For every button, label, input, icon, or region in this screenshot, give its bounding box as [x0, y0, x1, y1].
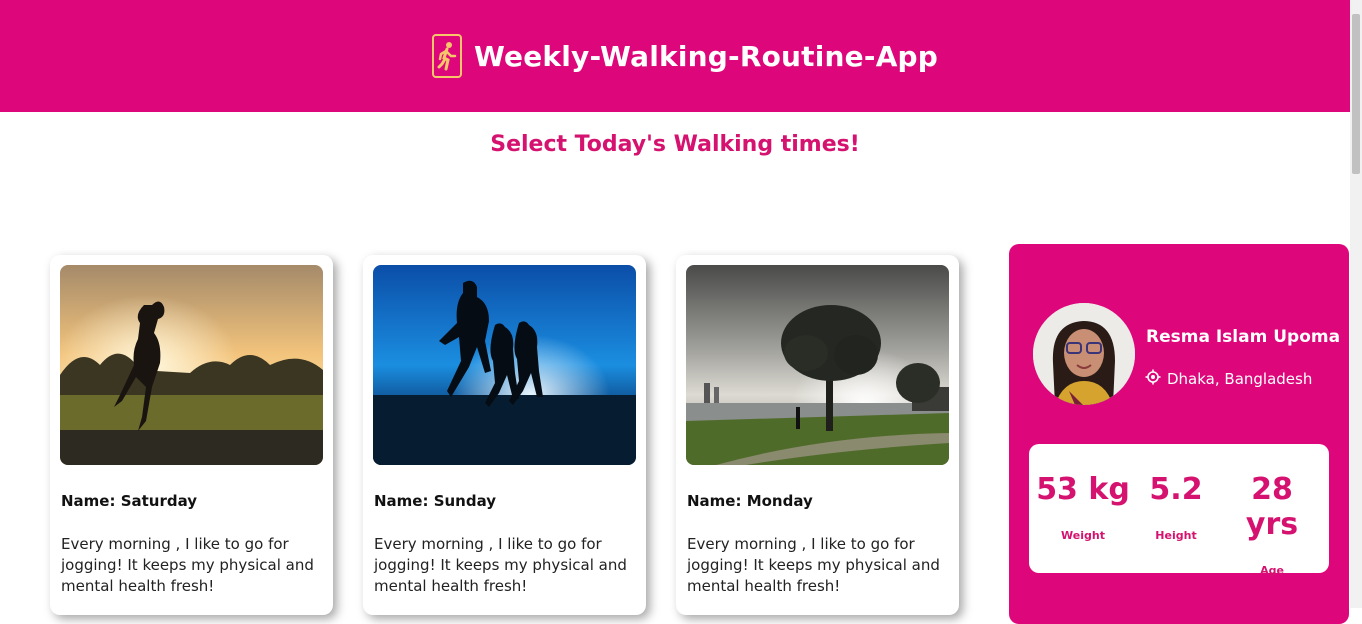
- card-description: Every morning , I like to go for jogging…: [687, 535, 940, 595]
- stat-value: 53 kg: [1036, 472, 1130, 507]
- location: Dhaka, Bangladesh: [1145, 369, 1312, 389]
- card-description: Every morning , I like to go for jogging…: [61, 535, 314, 595]
- stat-label: Height: [1155, 529, 1197, 542]
- card-name: Name: Monday: [687, 492, 813, 510]
- stats-box: 53 kg Weight 5.2 Height 28 yrs Age: [1029, 444, 1329, 577]
- profile-panel: Resma Islam Upoma Dhaka, Bangladesh 53 k…: [1009, 244, 1349, 624]
- card-name: Name: Saturday: [61, 492, 198, 510]
- routine-card-saturday[interactable]: Name: Saturday Every morning , I like to…: [50, 255, 333, 615]
- routine-card-monday[interactable]: Name: Monday Every morning , I like to g…: [676, 255, 959, 615]
- routine-card-sunday[interactable]: Name: Sunday Every morning , I like to g…: [363, 255, 646, 615]
- scrollbar-thumb[interactable]: [1352, 14, 1360, 174]
- walking-person-icon: [431, 34, 462, 78]
- location-target-icon: [1145, 369, 1161, 389]
- stat-label: Weight: [1061, 529, 1105, 542]
- stat-value: 5.2: [1149, 472, 1203, 507]
- card-description: Every morning , I like to go for jogging…: [374, 535, 627, 595]
- stat-height: 5.2 Height: [1126, 472, 1226, 542]
- avatar: [1033, 303, 1135, 405]
- vertical-scrollbar[interactable]: [1350, 0, 1362, 608]
- card-name: Name: Sunday: [374, 492, 497, 510]
- location-text: Dhaka, Bangladesh: [1167, 370, 1313, 388]
- stat-weight: 53 kg Weight: [1033, 472, 1133, 542]
- card-image-monday: [686, 265, 949, 465]
- profile-name: Resma Islam Upoma: [1146, 327, 1341, 347]
- stat-value: 28 yrs: [1245, 472, 1299, 542]
- card-image-sunday: [373, 265, 636, 465]
- header-brand: Weekly-Walking-Routine-App: [431, 34, 939, 78]
- stat-age: 28 yrs Age: [1222, 472, 1322, 577]
- app-title: Weekly-Walking-Routine-App: [473, 39, 939, 73]
- app-header: Weekly-Walking-Routine-App: [0, 0, 1350, 112]
- stat-label: Age: [1260, 564, 1284, 577]
- card-image-saturday: [60, 265, 323, 465]
- page-subtitle: Select Today's Walking times!: [490, 132, 860, 157]
